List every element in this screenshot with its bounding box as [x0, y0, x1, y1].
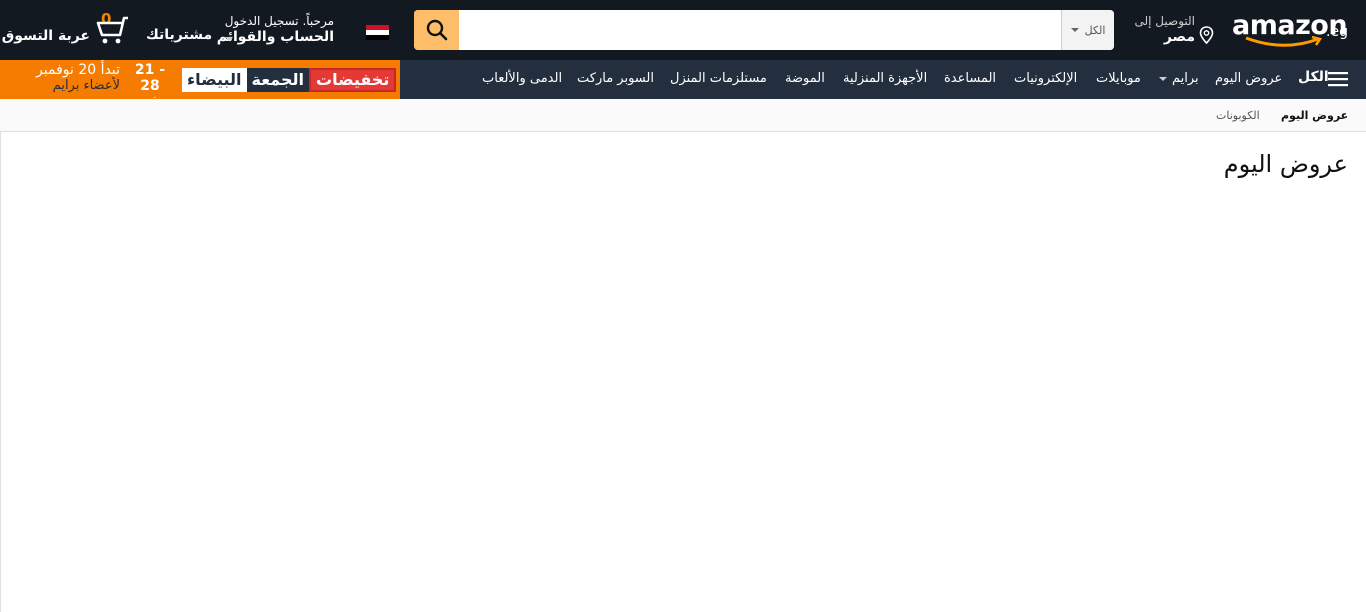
nav-item-toys[interactable]: الدمى والألعاب [482, 71, 562, 86]
search-bar: الكل [414, 10, 1114, 50]
chevron-down-icon [1070, 28, 1079, 32]
sub-navigation: عروض اليوم الكوبونات [0, 99, 1366, 132]
content-divider [0, 132, 1, 612]
top-header: amazon .eg التوصيل إلى مصر الكل مرحباً. … [0, 0, 1366, 60]
cart-button[interactable]: عربة التسوق 0 [2, 10, 130, 52]
nav-item-prime-label: برايم [1172, 71, 1199, 86]
deliver-to[interactable]: التوصيل إلى مصر [1134, 12, 1214, 48]
nav-all[interactable]: الكل [1298, 69, 1348, 87]
smile-arrow-icon [1245, 36, 1323, 47]
location-pin-icon [1199, 26, 1214, 44]
account-label: الحساب والقوائم [216, 29, 334, 45]
account-menu[interactable]: مرحباً. تسجيل الدخول الحساب والقوائم [217, 12, 334, 48]
orders-link[interactable]: مشترياتك [146, 27, 212, 43]
black-friday-title: البيضاء الجمعة تخفيضات [182, 68, 397, 92]
black-friday-banner[interactable]: تبدأ 20 نوفمبر لأعضاء برايم 21 - 28 نوفم… [0, 60, 400, 110]
nav-item-fashion[interactable]: الموضة [785, 71, 825, 86]
chevron-down-icon [225, 37, 233, 41]
search-icon [426, 19, 447, 41]
cart-icon [96, 16, 128, 44]
nav-item-prime[interactable]: برايم [1159, 71, 1199, 86]
hamburger-menu-icon [1328, 72, 1348, 87]
subnav-todays-deals[interactable]: عروض اليوم [1281, 109, 1348, 122]
sale-date-range: 21 - 28 [134, 62, 166, 94]
chevron-down-icon [1159, 77, 1167, 81]
search-button[interactable] [414, 10, 459, 50]
promo-word-white: البيضاء [182, 68, 247, 92]
nav-item-todays-deals[interactable]: عروض اليوم [1215, 71, 1282, 86]
prime-members-label: لأعضاء برايم [52, 78, 120, 93]
nav-all-label: الكل [1298, 69, 1329, 85]
cart-label: عربة التسوق [1, 28, 90, 44]
search-input[interactable] [459, 10, 1061, 50]
search-category-label: الكل [1084, 23, 1106, 37]
promo-word-sales: تخفيضات [309, 68, 397, 92]
prime-start-date: تبدأ 20 نوفمبر [36, 62, 120, 78]
promo-word-friday: الجمعة [246, 68, 309, 92]
page-title: عروض اليوم [1223, 150, 1348, 178]
deliver-location: مصر [1163, 29, 1195, 45]
egypt-flag-icon[interactable] [366, 25, 389, 40]
prime-start-info: تبدأ 20 نوفمبر لأعضاء برايم [10, 62, 120, 94]
subnav-coupons[interactable]: الكوبونات [1216, 109, 1260, 122]
nav-item-mobiles[interactable]: موبايلات [1096, 71, 1141, 86]
nav-item-home-appliances[interactable]: الأجهزة المنزلية [843, 71, 927, 86]
account-greeting: مرحباً. تسجيل الدخول [224, 14, 334, 28]
nav-item-electronics[interactable]: الإلكترونيات [1014, 71, 1077, 86]
nav-item-help[interactable]: المساعدة [944, 71, 996, 86]
nav-item-home[interactable]: مستلزمات المنزل [670, 71, 767, 86]
deliver-label: التوصيل إلى [1134, 14, 1195, 28]
logo-domain: .eg [1326, 24, 1348, 40]
search-category-select[interactable]: الكل [1061, 10, 1114, 50]
amazon-logo[interactable]: amazon .eg [1226, 8, 1352, 48]
nav-item-supermarket[interactable]: السوبر ماركت [577, 71, 654, 86]
